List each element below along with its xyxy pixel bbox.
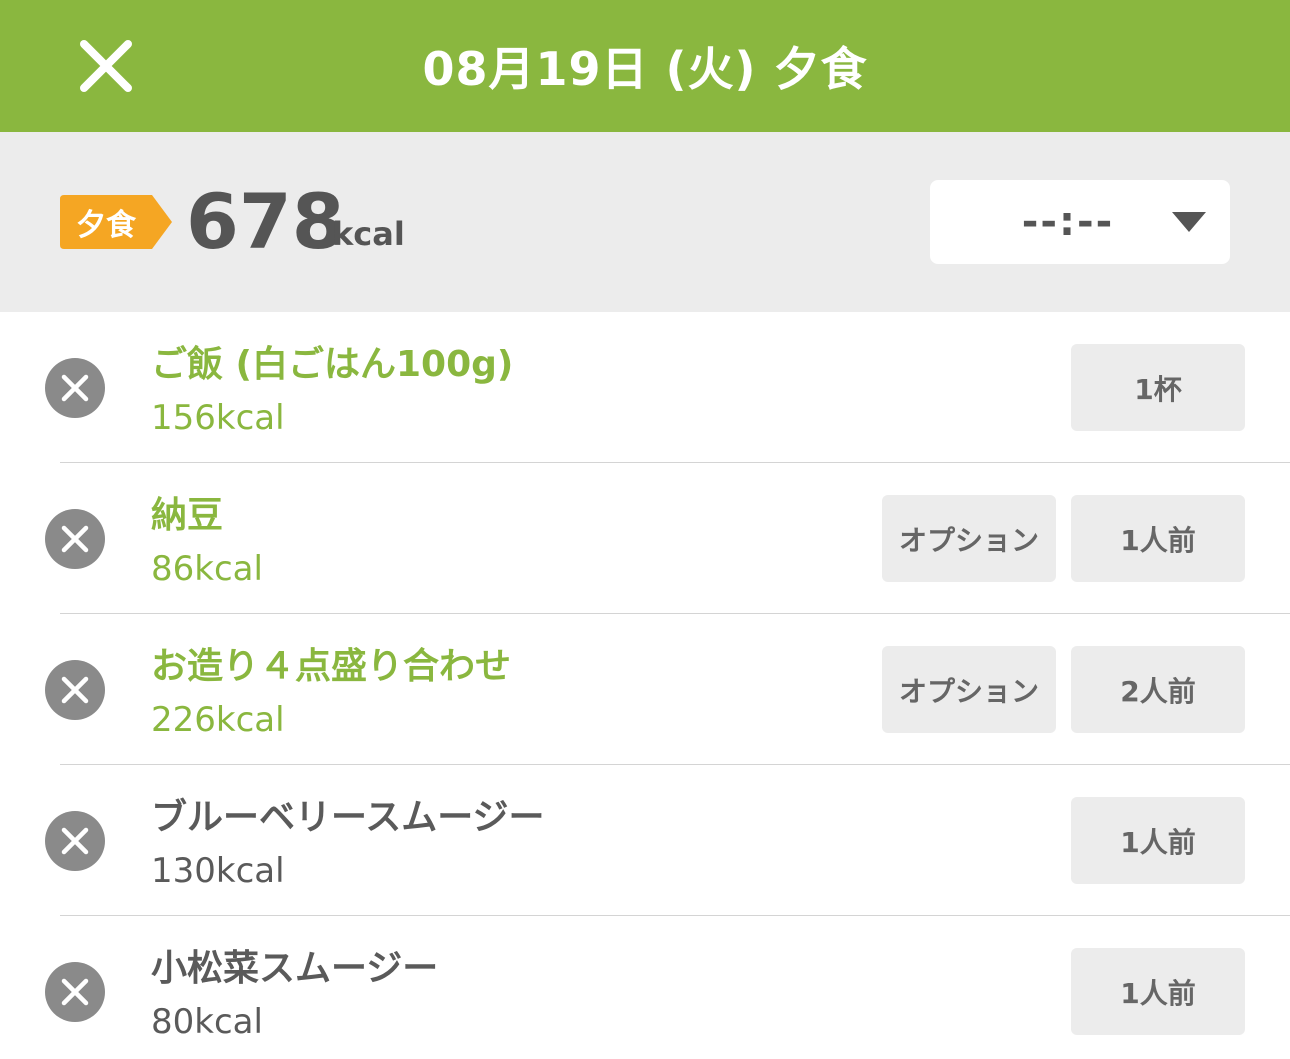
quantity-button[interactable]: 1杯 [1071, 344, 1245, 431]
food-kcal: 226kcal [151, 700, 285, 740]
food-name[interactable]: ブルーベリースムージー [151, 795, 544, 841]
quantity-button[interactable]: 1人前 [1071, 495, 1245, 582]
close-icon [61, 374, 89, 402]
close-icon [61, 525, 89, 553]
time-value: --:-- [1021, 199, 1115, 245]
delete-item-button[interactable] [45, 660, 105, 720]
option-button[interactable]: オプション [882, 495, 1056, 582]
chevron-down-icon [1172, 212, 1206, 232]
delete-item-button[interactable] [45, 358, 105, 418]
total-calories: 678 [186, 177, 345, 266]
total-calories-unit: kcal [332, 215, 405, 253]
food-kcal: 80kcal [151, 1002, 263, 1042]
close-icon [61, 676, 89, 704]
quantity-button[interactable]: 2人前 [1071, 646, 1245, 733]
close-icon [61, 827, 89, 855]
food-kcal: 86kcal [151, 549, 263, 589]
close-icon [61, 978, 89, 1006]
food-kcal: 156kcal [151, 398, 285, 438]
meal-type-badge: 夕食 [60, 195, 172, 249]
close-icon [80, 40, 132, 92]
page-title: 08月19日 (火) 夕食 [422, 42, 868, 96]
delete-item-button[interactable] [45, 962, 105, 1022]
list-item: 小松菜スムージー 80kcal 1人前 [0, 916, 1290, 1059]
time-select[interactable]: --:-- [930, 180, 1230, 264]
option-button[interactable]: オプション [882, 646, 1056, 733]
quantity-button[interactable]: 1人前 [1071, 797, 1245, 884]
food-kcal: 130kcal [151, 851, 285, 891]
delete-item-button[interactable] [45, 509, 105, 569]
delete-item-button[interactable] [45, 811, 105, 871]
meal-type-label: 夕食 [76, 208, 136, 243]
list-item: ご飯 (白ごはん100g) 156kcal 1杯 [0, 312, 1290, 463]
food-name[interactable]: 納豆 [151, 493, 223, 539]
top-bar: 08月19日 (火) 夕食 [0, 0, 1290, 132]
food-name[interactable]: お造り４点盛り合わせ [151, 644, 511, 690]
list-item: お造り４点盛り合わせ 226kcal オプション 2人前 [0, 614, 1290, 765]
food-name[interactable]: 小松菜スムージー [151, 946, 438, 992]
close-button[interactable] [70, 30, 142, 102]
list-item: 納豆 86kcal オプション 1人前 [0, 463, 1290, 614]
food-name[interactable]: ご飯 (白ごはん100g) [151, 342, 513, 388]
quantity-button[interactable]: 1人前 [1071, 948, 1245, 1035]
list-item: ブルーベリースムージー 130kcal 1人前 [0, 765, 1290, 916]
